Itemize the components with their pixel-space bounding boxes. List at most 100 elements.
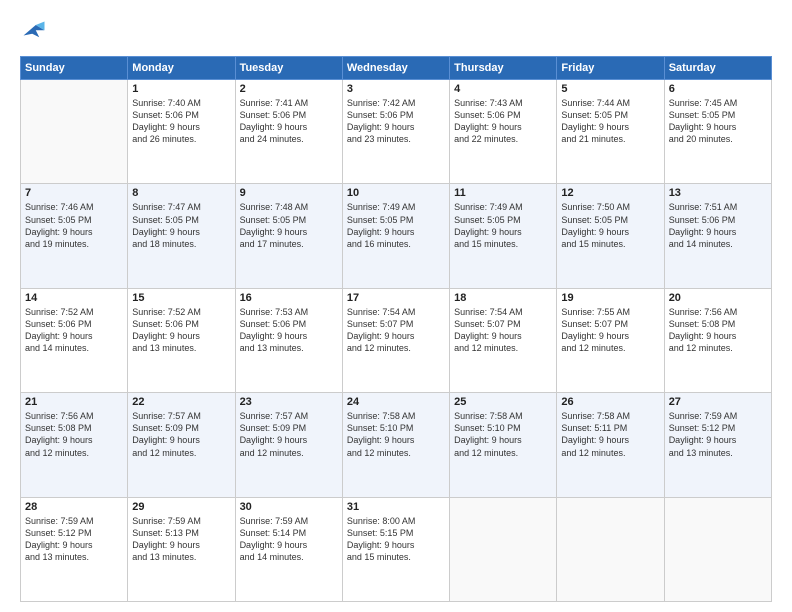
day-info: Sunrise: 7:49 AM Sunset: 5:05 PM Dayligh… xyxy=(347,201,445,250)
day-info: Sunrise: 7:41 AM Sunset: 5:06 PM Dayligh… xyxy=(240,97,338,146)
day-info: Sunrise: 7:52 AM Sunset: 5:06 PM Dayligh… xyxy=(25,306,123,355)
calendar-week-row: 7 Sunrise: 7:46 AM Sunset: 5:05 PM Daylig… xyxy=(21,184,772,288)
calendar-day-cell: 21Sunrise: 7:56 AM Sunset: 5:08 PM Dayli… xyxy=(21,393,128,497)
calendar-day-cell: 23 Sunrise: 7:57 AM Sunset: 5:09 PM Dayli… xyxy=(235,393,342,497)
day-number: 5 xyxy=(561,83,659,95)
day-number: 8 xyxy=(132,187,230,199)
calendar-day-cell: 6 Sunrise: 7:45 AM Sunset: 5:05 PM Daylig… xyxy=(664,80,771,184)
calendar-day-cell: 4 Sunrise: 7:43 AM Sunset: 5:06 PM Daylig… xyxy=(450,80,557,184)
weekday-header: Monday xyxy=(128,57,235,80)
day-number: 31 xyxy=(347,501,445,513)
day-number: 18 xyxy=(454,292,552,304)
calendar-week-row: 28 Sunrise: 7:59 AM Sunset: 5:12 PM Dayli… xyxy=(21,497,772,601)
day-number: 1 xyxy=(132,83,230,95)
calendar-header-row: SundayMondayTuesdayWednesdayThursdayFrid… xyxy=(21,57,772,80)
day-info: Sunrise: 7:54 AM Sunset: 5:07 PM Dayligh… xyxy=(347,306,445,355)
day-info: Sunrise: 7:59 AM Sunset: 5:13 PM Dayligh… xyxy=(132,515,230,564)
day-number: 7 xyxy=(25,187,123,199)
day-info: Sunrise: 7:49 AM Sunset: 5:05 PM Dayligh… xyxy=(454,201,552,250)
calendar-day-cell: 8Sunrise: 7:47 AM Sunset: 5:05 PM Daylig… xyxy=(128,184,235,288)
day-info: Sunrise: 7:52 AM Sunset: 5:06 PM Dayligh… xyxy=(132,306,230,355)
calendar-day-cell: 22 Sunrise: 7:57 AM Sunset: 5:09 PM Dayli… xyxy=(128,393,235,497)
day-info: Sunrise: 7:59 AM Sunset: 5:12 PM Dayligh… xyxy=(25,515,123,564)
day-number: 4 xyxy=(454,83,552,95)
day-number: 27 xyxy=(669,396,767,408)
weekday-header: Tuesday xyxy=(235,57,342,80)
calendar-week-row: 14 Sunrise: 7:52 AM Sunset: 5:06 PM Dayli… xyxy=(21,288,772,392)
calendar-day-cell: 14 Sunrise: 7:52 AM Sunset: 5:06 PM Dayli… xyxy=(21,288,128,392)
day-info: Sunrise: 7:58 AM Sunset: 5:10 PM Dayligh… xyxy=(454,410,552,459)
day-info: Sunrise: 7:42 AM Sunset: 5:06 PM Dayligh… xyxy=(347,97,445,146)
day-number: 25 xyxy=(454,396,552,408)
calendar-week-row: 21Sunrise: 7:56 AM Sunset: 5:08 PM Dayli… xyxy=(21,393,772,497)
calendar-day-cell: 29 Sunrise: 7:59 AM Sunset: 5:13 PM Dayli… xyxy=(128,497,235,601)
calendar-day-cell: 13 Sunrise: 7:51 AM Sunset: 5:06 PM Dayli… xyxy=(664,184,771,288)
day-number: 9 xyxy=(240,187,338,199)
day-number: 24 xyxy=(347,396,445,408)
calendar-day-cell: 16 Sunrise: 7:53 AM Sunset: 5:06 PM Dayli… xyxy=(235,288,342,392)
calendar-day-cell xyxy=(21,80,128,184)
calendar-day-cell: 5 Sunrise: 7:44 AM Sunset: 5:05 PM Daylig… xyxy=(557,80,664,184)
day-number: 14 xyxy=(25,292,123,304)
day-number: 22 xyxy=(132,396,230,408)
calendar-table: SundayMondayTuesdayWednesdayThursdayFrid… xyxy=(20,56,772,602)
day-number: 6 xyxy=(669,83,767,95)
day-number: 23 xyxy=(240,396,338,408)
calendar-day-cell: 12Sunrise: 7:50 AM Sunset: 5:05 PM Dayli… xyxy=(557,184,664,288)
day-number: 3 xyxy=(347,83,445,95)
calendar-day-cell: 30Sunrise: 7:59 AM Sunset: 5:14 PM Dayli… xyxy=(235,497,342,601)
calendar-day-cell: 11 Sunrise: 7:49 AM Sunset: 5:05 PM Dayli… xyxy=(450,184,557,288)
calendar-day-cell: 27 Sunrise: 7:59 AM Sunset: 5:12 PM Dayli… xyxy=(664,393,771,497)
calendar-day-cell: 19 Sunrise: 7:55 AM Sunset: 5:07 PM Dayli… xyxy=(557,288,664,392)
calendar-week-row: 1Sunrise: 7:40 AM Sunset: 5:06 PM Daylig… xyxy=(21,80,772,184)
day-number: 12 xyxy=(561,187,659,199)
calendar-day-cell xyxy=(557,497,664,601)
day-info: Sunrise: 7:59 AM Sunset: 5:12 PM Dayligh… xyxy=(669,410,767,459)
day-number: 13 xyxy=(669,187,767,199)
day-info: Sunrise: 7:56 AM Sunset: 5:08 PM Dayligh… xyxy=(669,306,767,355)
calendar-day-cell: 31 Sunrise: 8:00 AM Sunset: 5:15 PM Dayli… xyxy=(342,497,449,601)
day-info: Sunrise: 7:43 AM Sunset: 5:06 PM Dayligh… xyxy=(454,97,552,146)
day-number: 26 xyxy=(561,396,659,408)
day-number: 28 xyxy=(25,501,123,513)
day-info: Sunrise: 7:51 AM Sunset: 5:06 PM Dayligh… xyxy=(669,201,767,250)
day-info: Sunrise: 7:55 AM Sunset: 5:07 PM Dayligh… xyxy=(561,306,659,355)
weekday-header: Wednesday xyxy=(342,57,449,80)
day-number: 15 xyxy=(132,292,230,304)
day-number: 29 xyxy=(132,501,230,513)
calendar-day-cell: 17Sunrise: 7:54 AM Sunset: 5:07 PM Dayli… xyxy=(342,288,449,392)
day-info: Sunrise: 7:46 AM Sunset: 5:05 PM Dayligh… xyxy=(25,201,123,250)
calendar-day-cell xyxy=(450,497,557,601)
day-number: 16 xyxy=(240,292,338,304)
day-info: Sunrise: 7:45 AM Sunset: 5:05 PM Dayligh… xyxy=(669,97,767,146)
day-number: 2 xyxy=(240,83,338,95)
logo xyxy=(20,18,52,46)
calendar-day-cell: 20 Sunrise: 7:56 AM Sunset: 5:08 PM Dayli… xyxy=(664,288,771,392)
calendar-day-cell xyxy=(664,497,771,601)
calendar-day-cell: 24 Sunrise: 7:58 AM Sunset: 5:10 PM Dayli… xyxy=(342,393,449,497)
calendar-day-cell: 15 Sunrise: 7:52 AM Sunset: 5:06 PM Dayli… xyxy=(128,288,235,392)
day-info: Sunrise: 7:57 AM Sunset: 5:09 PM Dayligh… xyxy=(132,410,230,459)
weekday-header: Friday xyxy=(557,57,664,80)
day-info: Sunrise: 7:59 AM Sunset: 5:14 PM Dayligh… xyxy=(240,515,338,564)
day-number: 19 xyxy=(561,292,659,304)
day-info: Sunrise: 7:53 AM Sunset: 5:06 PM Dayligh… xyxy=(240,306,338,355)
calendar-day-cell: 1Sunrise: 7:40 AM Sunset: 5:06 PM Daylig… xyxy=(128,80,235,184)
day-info: Sunrise: 7:44 AM Sunset: 5:05 PM Dayligh… xyxy=(561,97,659,146)
day-info: Sunrise: 8:00 AM Sunset: 5:15 PM Dayligh… xyxy=(347,515,445,564)
day-number: 11 xyxy=(454,187,552,199)
day-number: 21 xyxy=(25,396,123,408)
calendar-day-cell: 25 Sunrise: 7:58 AM Sunset: 5:10 PM Dayli… xyxy=(450,393,557,497)
logo-icon xyxy=(20,18,48,46)
day-number: 10 xyxy=(347,187,445,199)
day-info: Sunrise: 7:57 AM Sunset: 5:09 PM Dayligh… xyxy=(240,410,338,459)
calendar-day-cell: 2 Sunrise: 7:41 AM Sunset: 5:06 PM Daylig… xyxy=(235,80,342,184)
day-info: Sunrise: 7:54 AM Sunset: 5:07 PM Dayligh… xyxy=(454,306,552,355)
weekday-header: Saturday xyxy=(664,57,771,80)
calendar-day-cell: 3 Sunrise: 7:42 AM Sunset: 5:06 PM Daylig… xyxy=(342,80,449,184)
header xyxy=(20,18,772,46)
day-number: 20 xyxy=(669,292,767,304)
day-info: Sunrise: 7:58 AM Sunset: 5:10 PM Dayligh… xyxy=(347,410,445,459)
calendar-day-cell: 18 Sunrise: 7:54 AM Sunset: 5:07 PM Dayli… xyxy=(450,288,557,392)
calendar-day-cell: 28 Sunrise: 7:59 AM Sunset: 5:12 PM Dayli… xyxy=(21,497,128,601)
